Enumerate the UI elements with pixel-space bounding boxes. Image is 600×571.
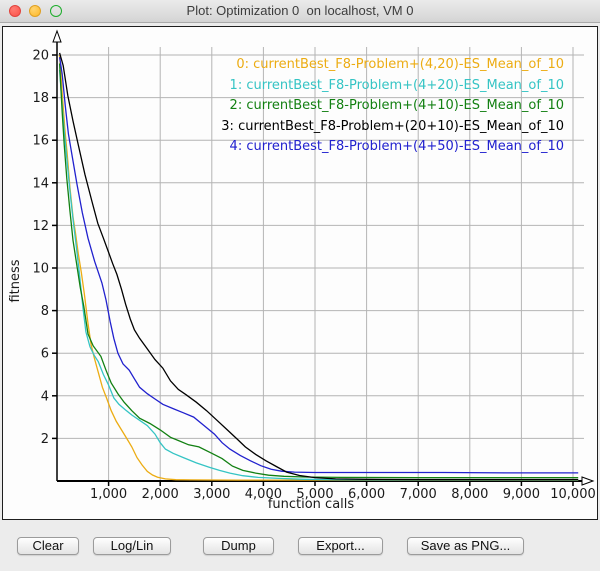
legend-item: 2: currentBest_F8-Problem+(4+10)-ES_Mean… xyxy=(221,96,564,117)
y-axis-label: fitness xyxy=(8,211,24,351)
svg-text:2,000: 2,000 xyxy=(142,487,179,502)
svg-text:1,000: 1,000 xyxy=(90,487,127,502)
svg-text:8,000: 8,000 xyxy=(451,487,488,502)
svg-text:4: 4 xyxy=(41,389,49,404)
save-as-png-button[interactable]: Save as PNG... xyxy=(407,537,524,555)
dump-button[interactable]: Dump xyxy=(203,537,274,555)
svg-text:14: 14 xyxy=(32,176,49,191)
export-button[interactable]: Export... xyxy=(298,537,383,555)
legend-item: 0: currentBest_F8-Problem+(4,20)-ES_Mean… xyxy=(221,55,564,76)
svg-text:16: 16 xyxy=(32,134,49,149)
plot-panel: 24681012141618201,0002,0003,0004,0005,00… xyxy=(2,26,598,520)
svg-text:18: 18 xyxy=(32,91,49,106)
svg-text:8: 8 xyxy=(41,304,49,319)
title-bar: Plot: Optimization 0 on localhost, VM 0 xyxy=(0,0,600,23)
button-bar: Clear Log/Lin Dump Export... Save as PNG… xyxy=(0,520,600,571)
legend-item: 4: currentBest_F8-Problem+(4+50)-ES_Mean… xyxy=(221,137,564,158)
x-axis-label: function calls xyxy=(211,497,411,512)
window-title: Plot: Optimization 0 on localhost, VM 0 xyxy=(0,0,600,22)
chart-legend: 0: currentBest_F8-Problem+(4,20)-ES_Mean… xyxy=(221,55,564,158)
legend-item: 1: currentBest_F8-Problem+(4+20)-ES_Mean… xyxy=(221,76,564,97)
svg-text:6: 6 xyxy=(41,347,49,362)
clear-button[interactable]: Clear xyxy=(17,537,79,555)
svg-text:10: 10 xyxy=(32,262,49,277)
svg-text:20: 20 xyxy=(32,49,49,64)
svg-text:10,000: 10,000 xyxy=(550,487,596,502)
svg-text:2: 2 xyxy=(41,432,49,447)
svg-text:9,000: 9,000 xyxy=(503,487,540,502)
svg-text:12: 12 xyxy=(32,219,49,234)
legend-item: 3: currentBest_F8-Problem+(20+10)-ES_Mea… xyxy=(221,117,564,138)
log-lin-button[interactable]: Log/Lin xyxy=(93,537,171,555)
